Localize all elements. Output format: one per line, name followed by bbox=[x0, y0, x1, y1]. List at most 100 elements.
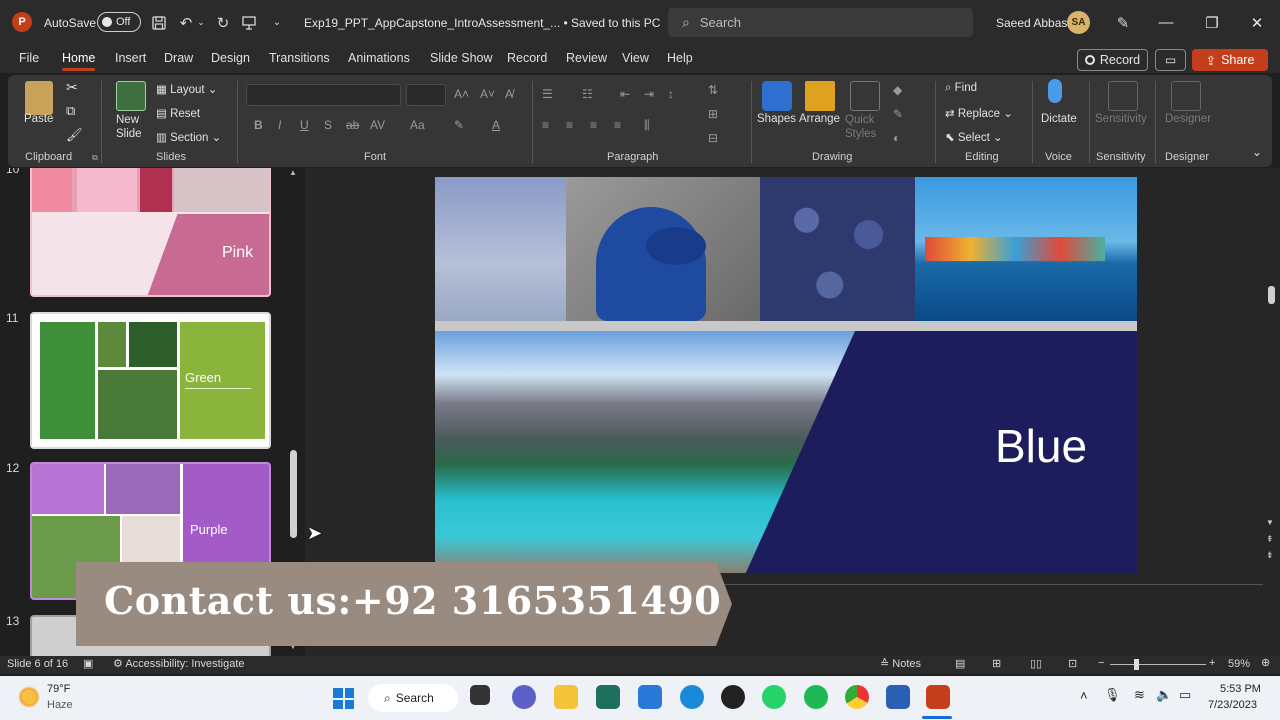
user-name[interactable]: Saeed Abbas bbox=[996, 0, 1067, 45]
font-color-icon[interactable]: A bbox=[492, 118, 500, 132]
record-button[interactable]: Record bbox=[1077, 49, 1148, 71]
tab-design[interactable]: Design bbox=[211, 51, 250, 65]
previous-slide-icon[interactable]: ⇞ bbox=[1266, 534, 1274, 545]
tab-insert[interactable]: Insert bbox=[115, 51, 146, 65]
clock-date[interactable]: 7/23/2023 bbox=[1208, 699, 1257, 711]
save-icon[interactable] bbox=[148, 0, 170, 45]
section-button[interactable]: ▥ Section ⌄ bbox=[156, 130, 221, 144]
replace-button[interactable]: ⇄ Replace ⌄ bbox=[945, 106, 1013, 120]
volume-icon[interactable]: 🔈 bbox=[1156, 687, 1172, 703]
tab-help[interactable]: Help bbox=[667, 51, 693, 65]
increase-indent-icon[interactable]: ⇥ bbox=[644, 87, 654, 101]
weather-temp[interactable]: 79°F bbox=[47, 683, 70, 695]
canvas-scroll-thumb[interactable] bbox=[1268, 286, 1275, 304]
thumbnail-slide-10[interactable]: Pink bbox=[30, 168, 271, 297]
search-input[interactable]: ⌕ Search bbox=[668, 8, 973, 37]
reset-button[interactable]: ▤ Reset bbox=[156, 106, 200, 120]
close-button[interactable]: ✕ bbox=[1234, 0, 1280, 45]
zoom-slider[interactable] bbox=[1110, 664, 1206, 665]
pen-icon[interactable]: ✎ bbox=[1112, 0, 1134, 45]
task-view-icon[interactable] bbox=[470, 685, 490, 705]
bold-icon[interactable]: B bbox=[254, 118, 263, 132]
paste-button[interactable]: Paste bbox=[24, 113, 53, 125]
sensitivity-icon[interactable] bbox=[1108, 81, 1138, 111]
present-icon[interactable] bbox=[238, 0, 260, 45]
character-spacing-icon[interactable]: AV bbox=[370, 118, 385, 132]
quick-styles-button[interactable]: Quick Styles bbox=[845, 113, 885, 141]
arrange-icon[interactable] bbox=[805, 81, 835, 111]
tab-draw[interactable]: Draw bbox=[164, 51, 193, 65]
scroll-up-icon[interactable]: ▲ bbox=[289, 168, 297, 177]
teams-icon[interactable] bbox=[512, 685, 536, 709]
reading-view-icon[interactable]: ▯▯ bbox=[1030, 657, 1042, 670]
decrease-font-icon[interactable]: A˅ bbox=[480, 87, 495, 101]
tab-review[interactable]: Review bbox=[566, 51, 607, 65]
app-icon[interactable] bbox=[596, 685, 620, 709]
normal-view-icon[interactable]: ▤ bbox=[955, 657, 965, 670]
zoom-level[interactable]: 59% bbox=[1228, 658, 1250, 670]
align-right-icon[interactable]: ≡ bbox=[590, 118, 597, 132]
spotify-icon[interactable] bbox=[804, 685, 828, 709]
designer-button[interactable]: Designer bbox=[1165, 113, 1211, 125]
slide-title[interactable]: Blue bbox=[995, 419, 1087, 473]
thumbnail-slide-11[interactable]: Green bbox=[30, 312, 271, 449]
bullets-icon[interactable]: ☰ bbox=[542, 87, 553, 101]
wifi-icon[interactable]: ≋ bbox=[1134, 687, 1145, 703]
app-icon-dark[interactable] bbox=[721, 685, 745, 709]
text-direction-icon[interactable]: ⇅ bbox=[708, 83, 718, 97]
redo-icon[interactable]: ↻ bbox=[212, 0, 234, 45]
fit-to-window-icon[interactable]: ⊕ bbox=[1261, 656, 1270, 669]
tab-record[interactable]: Record bbox=[507, 51, 547, 65]
copy-icon[interactable]: ⧉ bbox=[66, 103, 75, 119]
minimize-button[interactable]: — bbox=[1143, 0, 1189, 45]
microphone-tray-icon[interactable]: 🎙 bbox=[1104, 687, 1121, 703]
layout-button[interactable]: ▦ Layout ⌄ bbox=[156, 82, 217, 96]
accessibility-button[interactable]: ⚙ Accessibility: Investigate bbox=[113, 657, 245, 670]
slideshow-view-icon[interactable]: ⊡ bbox=[1068, 657, 1077, 670]
sensitivity-button[interactable]: Sensitivity bbox=[1095, 113, 1147, 125]
canvas-scrollbar[interactable]: ▼ ⇞ ⇟ bbox=[1263, 168, 1280, 656]
numbering-icon[interactable]: ☷ bbox=[582, 87, 593, 101]
next-slide-icon[interactable]: ⇟ bbox=[1266, 550, 1274, 561]
format-painter-icon[interactable]: 🖌 bbox=[66, 127, 83, 143]
underline-icon[interactable]: U bbox=[300, 118, 309, 132]
select-button[interactable]: ⬉ Select ⌄ bbox=[945, 130, 1003, 144]
find-button[interactable]: ⌕ Find bbox=[945, 82, 977, 95]
zoom-in-icon[interactable]: + bbox=[1209, 657, 1215, 669]
change-case-icon[interactable]: Aa bbox=[410, 118, 425, 132]
cut-icon[interactable]: ✂ bbox=[66, 79, 78, 96]
clock-time[interactable]: 5:53 PM bbox=[1220, 683, 1261, 695]
maximize-button[interactable]: ❐ bbox=[1189, 0, 1235, 45]
columns-icon[interactable]: ⫼ bbox=[644, 118, 650, 133]
scroll-down-icon[interactable]: ▼ bbox=[1266, 518, 1274, 527]
shapes-button[interactable]: Shapes bbox=[757, 113, 796, 125]
whatsapp-icon[interactable] bbox=[762, 685, 786, 709]
weather-icon[interactable] bbox=[18, 686, 40, 708]
clear-format-icon[interactable]: A̸ bbox=[505, 87, 513, 101]
font-family-field[interactable] bbox=[246, 84, 401, 106]
tab-animations[interactable]: Animations bbox=[348, 51, 410, 65]
collapse-ribbon-icon[interactable]: ⌄ bbox=[1252, 145, 1262, 159]
new-slide-icon[interactable] bbox=[116, 81, 146, 111]
tab-file[interactable]: File bbox=[19, 51, 39, 65]
shape-effects-icon[interactable]: ◐ bbox=[893, 131, 900, 145]
slide-counter[interactable]: Slide 6 of 16 bbox=[7, 658, 68, 670]
decrease-indent-icon[interactable]: ⇤ bbox=[620, 87, 630, 101]
spelling-icon[interactable]: ▣ bbox=[83, 657, 93, 670]
new-slide-button[interactable]: New Slide bbox=[116, 113, 142, 141]
undo-icon[interactable]: ↶ bbox=[175, 0, 197, 45]
designer-icon[interactable] bbox=[1171, 81, 1201, 111]
paste-icon[interactable] bbox=[25, 81, 53, 115]
line-spacing-icon[interactable]: ↕ bbox=[668, 87, 674, 101]
thumbnail-scroll-thumb[interactable] bbox=[290, 450, 297, 538]
file-explorer-icon[interactable] bbox=[554, 685, 578, 709]
increase-font-icon[interactable]: A˄ bbox=[454, 87, 469, 101]
powerpoint-icon[interactable] bbox=[926, 685, 950, 709]
font-size-field[interactable] bbox=[406, 84, 446, 106]
align-center-icon[interactable]: ≡ bbox=[566, 118, 573, 132]
shape-outline-icon[interactable]: ✎ bbox=[893, 107, 903, 121]
notes-button[interactable]: ≙ Notes bbox=[880, 657, 921, 670]
highlight-icon[interactable]: ✎ bbox=[454, 118, 464, 132]
tab-slide-show[interactable]: Slide Show bbox=[430, 51, 493, 65]
arrange-button[interactable]: Arrange bbox=[799, 113, 840, 125]
